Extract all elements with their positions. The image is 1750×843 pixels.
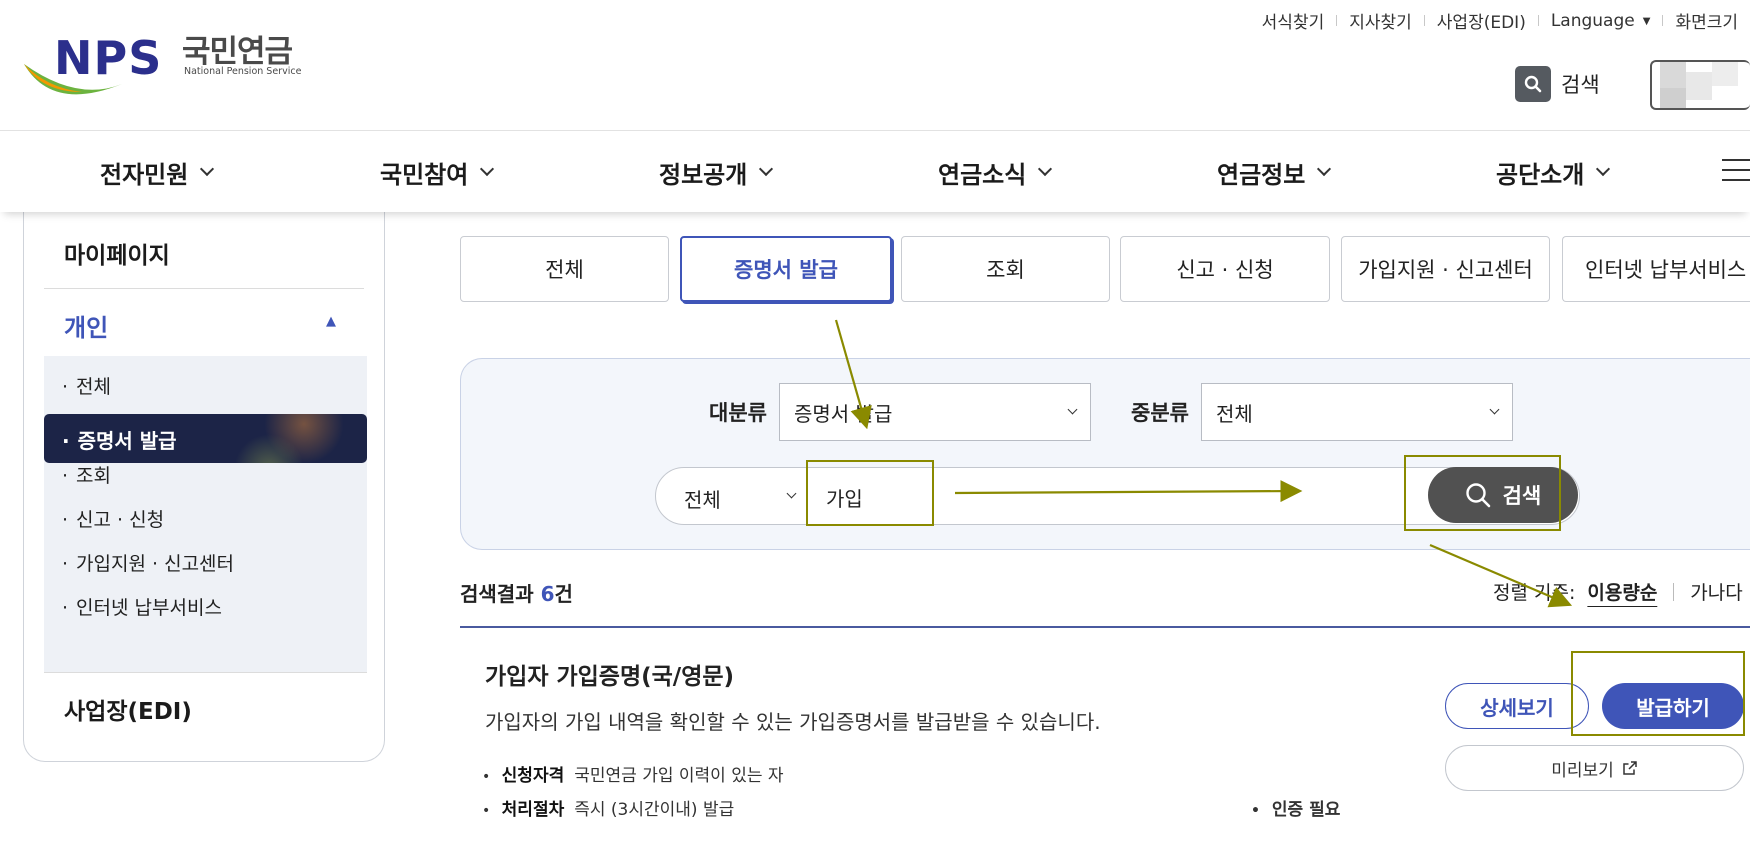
search-icon <box>1515 66 1551 102</box>
result-title[interactable]: 가입자 가입증명(국/영문) <box>485 657 734 691</box>
chevron-down-icon <box>1067 404 1078 415</box>
chevron-down-icon <box>480 161 495 177</box>
sidebar-item-payment[interactable]: 인터넷 납부서비스 <box>62 593 222 620</box>
result-description: 가입자의 가입 내역을 확인할 수 있는 가입증명서를 발급받을 수 있습니다. <box>485 710 1101 734</box>
major-category-label: 대분류 <box>709 401 767 425</box>
sidebar-item-inquiry[interactable]: 조회 <box>62 461 111 488</box>
gnb-item-participation[interactable]: 국민참여 <box>380 131 495 213</box>
caret-down-icon: ▼ <box>1642 15 1651 27</box>
tab-certificate[interactable]: 증명서 발급 <box>680 236 892 302</box>
qualification-label: 신청자격 <box>501 766 565 786</box>
highlight-box-issue <box>1571 651 1745 736</box>
tab-inquiry[interactable]: 조회 <box>901 236 1110 302</box>
result-qualification: 신청자격 국민연금 가입 이력이 있는 자 <box>482 761 784 786</box>
gnb-label: 연금소식 <box>938 160 1027 189</box>
sort-options: 정렬 기준: 이용량순 가나다 <box>1493 578 1743 605</box>
brand-name-en: National Pension Service <box>184 66 302 77</box>
language-label: Language <box>1550 10 1635 31</box>
tab-report[interactable]: 신고 · 신청 <box>1120 236 1330 302</box>
gnb-item-news[interactable]: 연금소식 <box>938 131 1053 213</box>
tab-payment[interactable]: 인터넷 납부서비스 <box>1562 236 1750 302</box>
chevron-down-icon <box>1489 404 1500 415</box>
gnb-label: 국민참여 <box>380 160 469 189</box>
qualification-value: 국민연금 가입 이력이 있는 자 <box>574 766 784 786</box>
blurred-login-area[interactable] <box>1650 60 1750 110</box>
gnb-item-pension-info[interactable]: 연금정보 <box>1217 131 1332 213</box>
chevron-down-icon <box>759 161 774 177</box>
sidebar-section-personal[interactable]: 개인 <box>64 308 108 343</box>
result-prefix: 검색결과 <box>460 582 534 606</box>
util-link-forms[interactable]: 서식찾기 <box>1250 8 1337 33</box>
procedure-value: 즉시 (3시간이내) 발급 <box>574 800 735 820</box>
divider <box>44 672 367 673</box>
divider <box>44 288 364 289</box>
procedure-label: 처리절차 <box>501 800 565 820</box>
sidebar-item-edi[interactable]: 사업장(EDI) <box>64 692 192 726</box>
header-search-label: 검색 <box>1561 73 1600 97</box>
sidebar-title[interactable]: 마이페이지 <box>64 236 170 270</box>
search-scope-select[interactable]: 전체 <box>684 484 721 513</box>
tab-support[interactable]: 가입지원 · 신고센터 <box>1341 236 1550 302</box>
sidebar-item-support[interactable]: 가입지원 · 신고센터 <box>62 549 234 576</box>
sidebar-item-all[interactable]: 전체 <box>62 372 111 399</box>
brand-name-ko: 국민연금 <box>182 34 293 70</box>
global-nav: 전자민원 국민참여 정보공개 연금소식 연금정보 공단소개 <box>0 130 1750 212</box>
auth-required-label: 인증 필요 <box>1271 800 1341 820</box>
sidebar-item-label: 증명서 발급 <box>62 425 177 454</box>
gnb-label: 전자민원 <box>100 160 189 189</box>
preview-label: 미리보기 <box>1551 760 1614 781</box>
chevron-down-icon <box>1317 161 1332 177</box>
minor-category-value: 전체 <box>1216 401 1253 426</box>
gnb-label: 연금정보 <box>1217 160 1306 189</box>
detail-button[interactable]: 상세보기 <box>1445 683 1589 729</box>
util-link-language[interactable]: Language ▼ <box>1539 11 1663 31</box>
highlight-box-search <box>1404 455 1561 531</box>
site-header: NPS 국민연금 National Pension Service 서식찾기 지… <box>0 0 1750 130</box>
results-divider <box>460 626 1750 628</box>
chevron-down-icon <box>200 161 215 177</box>
chevron-down-icon <box>1596 161 1611 177</box>
highlight-box-query <box>806 460 934 526</box>
tab-all[interactable]: 전체 <box>460 236 669 302</box>
auth-required: 인증 필요 <box>1251 795 1340 820</box>
sort-label: 정렬 기준: <box>1493 582 1576 604</box>
chevron-up-icon[interactable]: ▲ <box>326 314 336 329</box>
major-category-value: 증명서 발급 <box>794 401 893 426</box>
preview-button[interactable]: 미리보기 <box>1445 745 1744 791</box>
minor-category-select[interactable]: 전체 <box>1201 383 1513 441</box>
result-suffix: 건 <box>554 582 573 606</box>
gnb-item-disclosure[interactable]: 정보공개 <box>659 131 774 213</box>
result-count: 검색결과 6건 <box>460 578 573 607</box>
hamburger-menu-icon[interactable] <box>1722 159 1750 183</box>
gnb-item-about[interactable]: 공단소개 <box>1496 131 1611 213</box>
major-category-select[interactable]: 증명서 발급 <box>779 383 1091 441</box>
sort-option-alphabetical[interactable]: 가나다 <box>1690 578 1742 605</box>
sidebar-submenu: 전체 증명서 발급 조회 신고 · 신청 가입지원 · 신고센터 인터넷 납부서… <box>44 356 367 672</box>
external-link-icon <box>1623 761 1637 775</box>
util-link-edi[interactable]: 사업장(EDI) <box>1425 8 1538 33</box>
gnb-label: 공단소개 <box>1496 160 1585 189</box>
sidebar-item-report[interactable]: 신고 · 신청 <box>62 505 164 532</box>
svg-text:NPS: NPS <box>54 31 162 85</box>
divider <box>1673 582 1675 601</box>
result-procedure: 처리절차 즉시 (3시간이내) 발급 <box>482 795 735 820</box>
result-count-number: 6 <box>540 582 555 606</box>
gnb-label: 정보공개 <box>659 160 748 189</box>
sort-option-popular[interactable]: 이용량순 <box>1587 578 1657 605</box>
nps-logo[interactable]: NPS 국민연금 National Pension Service <box>22 22 312 102</box>
minor-category-label: 중분류 <box>1131 401 1189 425</box>
sidebar: 마이페이지 개인 ▲ 전체 증명서 발급 조회 신고 · 신청 가입지원 · 신… <box>23 200 385 762</box>
header-search-button[interactable]: 검색 <box>1515 66 1600 102</box>
chevron-down-icon <box>1038 161 1053 177</box>
util-link-zoom[interactable]: 화면크기 <box>1663 8 1750 33</box>
sidebar-item-certificate[interactable]: 증명서 발급 <box>44 414 367 463</box>
utility-links: 서식찾기 지사찾기 사업장(EDI) Language ▼ 화면크기 <box>1250 8 1750 34</box>
chevron-down-icon <box>786 488 797 499</box>
util-link-branches[interactable]: 지사찾기 <box>1337 8 1424 33</box>
gnb-item-e-civil[interactable]: 전자민원 <box>100 131 215 213</box>
